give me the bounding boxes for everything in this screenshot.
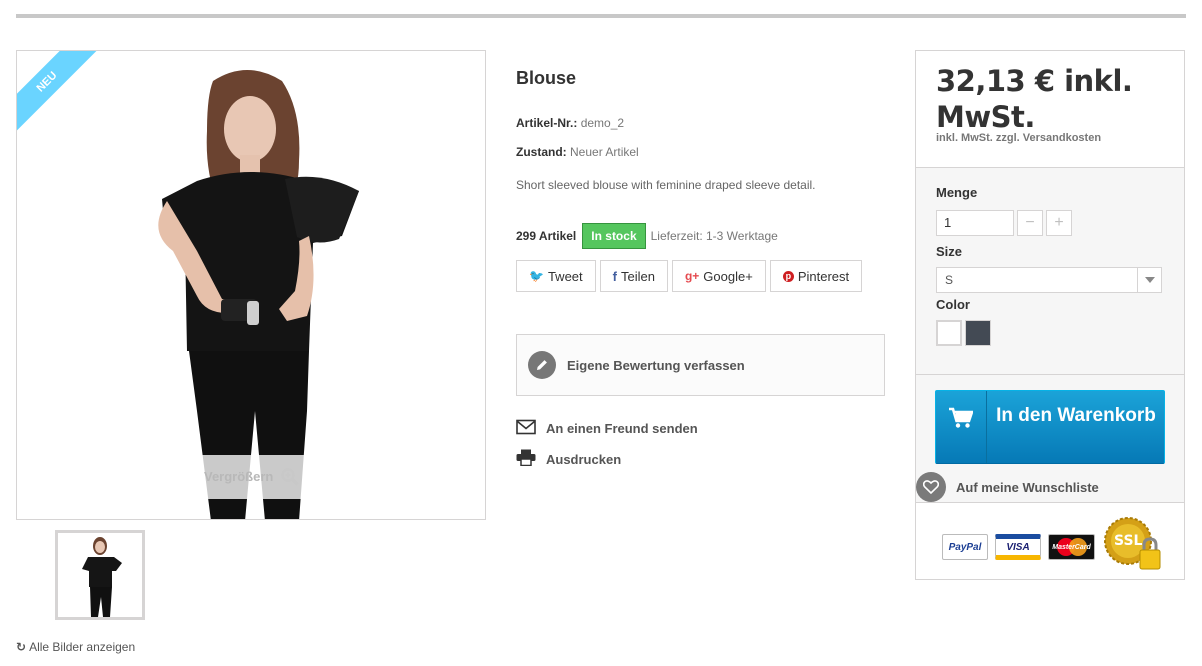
payment-logos: PayPal VISA MasterCard SSL xyxy=(916,502,1184,579)
add-to-wishlist-link[interactable]: Auf meine Wunschliste xyxy=(916,472,1099,502)
pinterest-icon: p xyxy=(782,270,794,282)
color-swatch-white[interactable] xyxy=(936,320,962,346)
top-divider xyxy=(16,14,1186,18)
chevron-down-icon xyxy=(1137,268,1161,292)
ssl-label: SSL xyxy=(1114,533,1143,549)
reference-value: demo_2 xyxy=(580,116,625,130)
facebook-share-button[interactable]: f Teilen xyxy=(599,260,668,292)
quantity-minus-button[interactable]: − xyxy=(1017,210,1043,236)
product-reference: Artikel-Nr.: demo_2 xyxy=(516,116,624,130)
size-selected-value: S xyxy=(945,273,954,287)
availability-row: 299 Artikel In stock Lieferzeit: 1-3 Wer… xyxy=(516,223,778,249)
new-ribbon: Neu xyxy=(17,51,103,137)
write-review-label: Eigene Bewertung verfassen xyxy=(567,357,745,373)
tweet-button[interactable]: 🐦 Tweet xyxy=(516,260,596,292)
magnifier-plus-icon xyxy=(281,468,299,486)
write-review-button[interactable]: Eigene Bewertung verfassen xyxy=(516,334,885,396)
color-swatch-dark[interactable] xyxy=(965,320,991,346)
cart-icon xyxy=(936,391,987,463)
twitter-icon: 🐦 xyxy=(529,269,544,283)
add-to-cart-button[interactable]: In den Warenkorb xyxy=(935,390,1165,464)
thumbnail-photo xyxy=(82,537,122,617)
color-label: Color xyxy=(936,297,970,312)
quantity-label: Menge xyxy=(936,185,978,200)
product-title: Blouse xyxy=(516,68,577,88)
delivery-time: Lieferzeit: 1-3 Werktage xyxy=(650,229,778,243)
quantity-input[interactable]: 1 xyxy=(936,210,1014,236)
print-link[interactable]: Ausdrucken xyxy=(516,449,621,469)
pinterest-button[interactable]: p Pinterest xyxy=(769,260,863,292)
product-thumbnail[interactable] xyxy=(55,530,145,620)
refresh-icon: ↻ xyxy=(16,640,27,654)
available-quantity: 299 Artikel xyxy=(516,229,577,243)
add-to-cart-label: In den Warenkorb xyxy=(996,405,1156,426)
google-plus-icon: g+ xyxy=(684,269,700,283)
facebook-label: Teilen xyxy=(620,268,655,284)
mastercard-label: MasterCard xyxy=(1052,543,1091,551)
product-main-image[interactable]: Neu Vergrößern xyxy=(16,50,486,520)
new-ribbon-label: Neu xyxy=(17,51,103,137)
product-price: 32,13 € inkl. MwSt. xyxy=(936,64,1133,134)
social-share: 🐦 Tweet f Teilen g+ Google+ p Pinterest xyxy=(516,260,863,292)
send-to-friend-label: An einen Freund senden xyxy=(546,421,698,436)
zoom-button[interactable]: Vergrößern xyxy=(183,455,319,499)
heart-icon xyxy=(916,472,946,502)
pinterest-label: Pinterest xyxy=(797,268,850,284)
product-condition: Zustand: Neuer Artikel xyxy=(516,145,639,159)
wishlist-label: Auf meine Wunschliste xyxy=(956,479,1099,495)
google-plus-button[interactable]: g+ Google+ xyxy=(671,260,766,292)
envelope-icon xyxy=(516,419,546,438)
print-label: Ausdrucken xyxy=(546,451,622,467)
divider xyxy=(916,167,1184,168)
show-all-images-label: Alle Bilder anzeigen xyxy=(29,640,136,654)
in-stock-badge: In stock xyxy=(582,223,646,249)
buy-box: 32,13 € inkl. MwSt. inkl. MwSt. zzgl. Ve… xyxy=(915,50,1185,580)
google-plus-label: Google+ xyxy=(703,268,753,284)
divider xyxy=(916,374,1184,375)
condition-label: Zustand: xyxy=(516,145,567,159)
condition-value: Neuer Artikel xyxy=(570,145,639,159)
size-label: Size xyxy=(936,244,963,259)
printer-icon xyxy=(516,449,546,469)
mastercard-logo: MasterCard xyxy=(1048,534,1095,560)
pencil-icon xyxy=(528,351,556,379)
size-select[interactable]: S xyxy=(936,267,1162,293)
visa-logo: VISA xyxy=(995,534,1041,560)
tax-note: inkl. MwSt. zzgl. Versandkosten xyxy=(936,132,1102,144)
quantity-plus-button[interactable]: + xyxy=(1046,210,1072,236)
facebook-icon: f xyxy=(612,268,617,284)
paypal-logo: PayPal xyxy=(942,534,988,560)
show-all-images-link[interactable]: ↻ Alle Bilder anzeigen xyxy=(16,640,135,654)
reference-label: Artikel-Nr.: xyxy=(516,116,578,130)
product-description: Short sleeved blouse with feminine drape… xyxy=(516,178,816,192)
tweet-label: Tweet xyxy=(547,268,583,284)
ssl-badge: SSL xyxy=(1102,515,1162,573)
send-to-friend-link[interactable]: An einen Freund senden xyxy=(516,419,698,438)
price-area: 32,13 € inkl. MwSt. inkl. MwSt. zzgl. Ve… xyxy=(916,51,1184,167)
zoom-label: Vergrößern xyxy=(204,469,274,484)
